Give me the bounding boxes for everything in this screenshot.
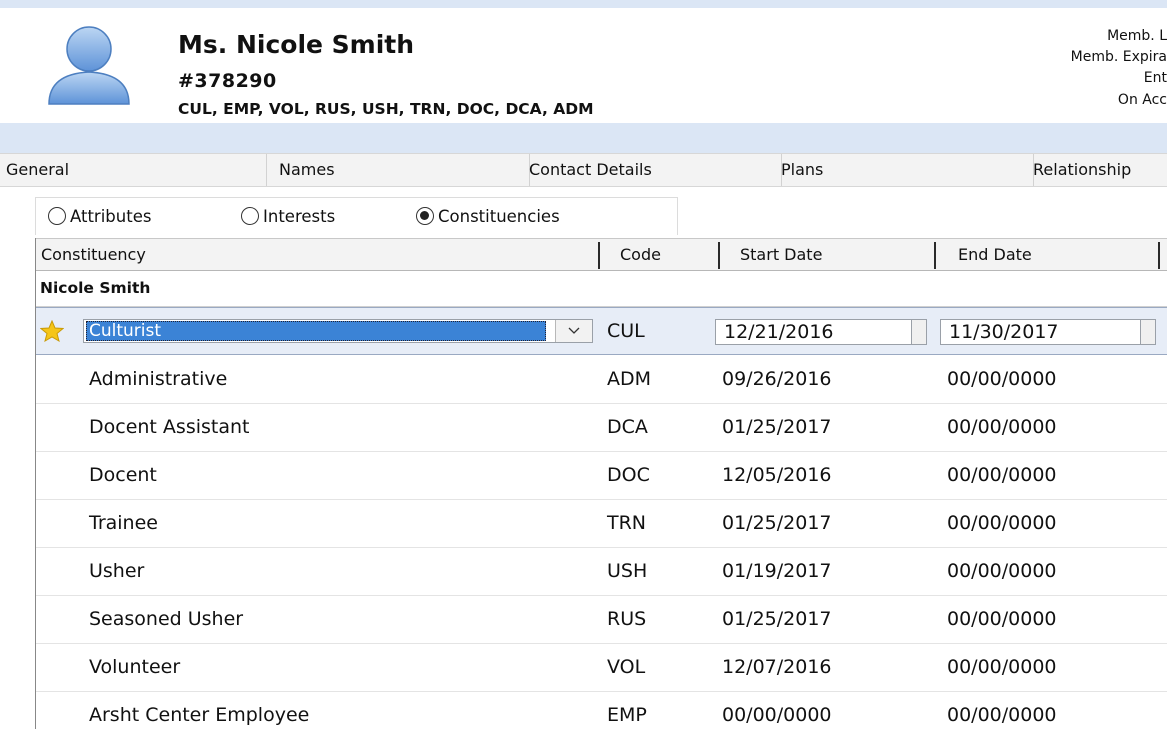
radio-circle: [416, 207, 434, 225]
view-options-group: Attributes Interests Constituencies: [35, 197, 678, 235]
constituency-cell: Seasoned Usher: [89, 608, 244, 630]
table-row[interactable]: Volunteer VOL 12/07/2016 00/00/0000: [36, 644, 1167, 692]
code-cell: USH: [607, 560, 648, 582]
constituency-cell: Usher: [89, 560, 145, 582]
top-strip: [0, 0, 1167, 8]
radio-constituencies[interactable]: Constituencies: [416, 206, 636, 228]
start-date-cell: 12/07/2016: [722, 656, 832, 678]
member-name: Ms. Nicole Smith: [178, 30, 415, 59]
table-row[interactable]: Seasoned Usher RUS 01/25/2017 00/00/0000: [36, 596, 1167, 644]
membership-info-panel: Memb. L Memb. Expira Ent On Acc: [967, 26, 1167, 120]
date-picker-button[interactable]: [911, 320, 926, 344]
radio-interests[interactable]: Interests: [241, 206, 401, 228]
code-cell: DCA: [607, 416, 648, 438]
constituency-cell: Trainee: [89, 512, 158, 534]
member-header: Ms. Nicole Smith #378290 CUL, EMP, VOL, …: [0, 8, 1167, 123]
code-cell: VOL: [607, 656, 646, 678]
start-date-value: 12/21/2016: [724, 321, 834, 343]
tab-bar: General Names Contact Details Plans Rela…: [0, 153, 1167, 187]
table-row[interactable]: Administrative ADM 09/26/2016 00/00/0000: [36, 356, 1167, 404]
table-row-selected[interactable]: Culturist CUL 12/21/2016 11/30/2017: [36, 307, 1167, 355]
end-date-field[interactable]: 11/30/2017: [940, 319, 1156, 345]
column-separator[interactable]: [934, 242, 936, 269]
start-date-cell: 01/25/2017: [722, 416, 832, 438]
column-separator[interactable]: [598, 242, 600, 269]
member-number: #378290: [178, 70, 277, 92]
constituency-cell: Docent: [89, 464, 157, 486]
date-picker-button[interactable]: [1140, 320, 1155, 344]
constituency-cell: Docent Assistant: [89, 416, 250, 438]
code-cell: ADM: [607, 368, 652, 390]
end-date-value: 11/30/2017: [949, 321, 1059, 343]
code-cell: TRN: [607, 512, 647, 534]
table-row[interactable]: Usher USH 01/19/2017 00/00/0000: [36, 548, 1167, 596]
column-header-constituency[interactable]: Constituency: [41, 239, 596, 271]
column-header-end-date[interactable]: End Date: [958, 239, 1138, 271]
code-cell: CUL: [607, 320, 645, 342]
membership-info-line: On Acc: [1117, 92, 1167, 108]
radio-circle: [48, 207, 66, 225]
constituency-cell: Arsht Center Employee: [89, 704, 310, 726]
star-icon: [40, 320, 64, 342]
membership-info-line: Memb. Expira: [1070, 49, 1167, 65]
column-separator[interactable]: [718, 242, 720, 269]
table-row[interactable]: Trainee TRN 01/25/2017 00/00/0000: [36, 500, 1167, 548]
grid-header: Constituency Code Start Date End Date: [36, 238, 1167, 271]
table-row[interactable]: Docent DOC 12/05/2016 00/00/0000: [36, 452, 1167, 500]
constituency-dropdown-value: Culturist: [86, 321, 546, 341]
membership-info-line: Ent: [1143, 70, 1167, 86]
end-date-cell: 00/00/0000: [947, 560, 1057, 582]
code-cell: RUS: [607, 608, 647, 630]
tab-general[interactable]: General: [0, 154, 267, 186]
tab-relationship[interactable]: Relationship: [1018, 154, 1167, 186]
start-date-cell: 00/00/0000: [722, 704, 832, 726]
end-date-cell: 00/00/0000: [947, 704, 1057, 726]
start-date-cell: 01/25/2017: [722, 608, 832, 630]
start-date-field[interactable]: 12/21/2016: [715, 319, 927, 345]
group-label: Nicole Smith: [40, 279, 151, 297]
end-date-cell: 00/00/0000: [947, 464, 1057, 486]
radio-label: Constituencies: [438, 207, 560, 226]
table-row[interactable]: Docent Assistant DCA 01/25/2017 00/00/00…: [36, 404, 1167, 452]
radio-label: Interests: [263, 207, 336, 226]
start-date-cell: 01/25/2017: [722, 512, 832, 534]
constituency-cell: Volunteer: [89, 656, 181, 678]
dropdown-button[interactable]: [555, 320, 592, 342]
tab-names[interactable]: Names: [261, 154, 530, 186]
membership-info-line: Memb. L: [1107, 28, 1167, 44]
end-date-cell: 00/00/0000: [947, 512, 1057, 534]
member-constituency-codes: CUL, EMP, VOL, RUS, USH, TRN, DOC, DCA, …: [178, 100, 594, 118]
column-separator[interactable]: [1158, 242, 1160, 269]
start-date-cell: 09/26/2016: [722, 368, 832, 390]
column-header-code[interactable]: Code: [620, 239, 710, 271]
chevron-down-icon: [568, 327, 580, 334]
column-header-start-date[interactable]: Start Date: [740, 239, 920, 271]
code-cell: DOC: [607, 464, 650, 486]
end-date-cell: 00/00/0000: [947, 368, 1057, 390]
end-date-cell: 00/00/0000: [947, 608, 1057, 630]
radio-attributes[interactable]: Attributes: [48, 206, 218, 228]
person-silhouette-icon: [48, 26, 130, 105]
radio-label: Attributes: [70, 207, 152, 226]
group-row: Nicole Smith: [36, 271, 1167, 307]
radio-circle: [241, 207, 259, 225]
constituency-cell: Administrative: [89, 368, 228, 390]
header-band: [0, 123, 1167, 153]
end-date-cell: 00/00/0000: [947, 656, 1057, 678]
tab-plans[interactable]: Plans: [765, 154, 1034, 186]
constituency-grid: Constituency Code Start Date End Date Ni…: [35, 238, 1167, 729]
end-date-cell: 00/00/0000: [947, 416, 1057, 438]
constituency-dropdown[interactable]: Culturist: [83, 319, 593, 343]
tab-contact-details[interactable]: Contact Details: [512, 154, 782, 186]
start-date-cell: 01/19/2017: [722, 560, 832, 582]
start-date-cell: 12/05/2016: [722, 464, 832, 486]
table-row[interactable]: Arsht Center Employee EMP 00/00/0000 00/…: [36, 692, 1167, 729]
radio-selected-dot: [420, 211, 429, 220]
code-cell: EMP: [607, 704, 647, 726]
